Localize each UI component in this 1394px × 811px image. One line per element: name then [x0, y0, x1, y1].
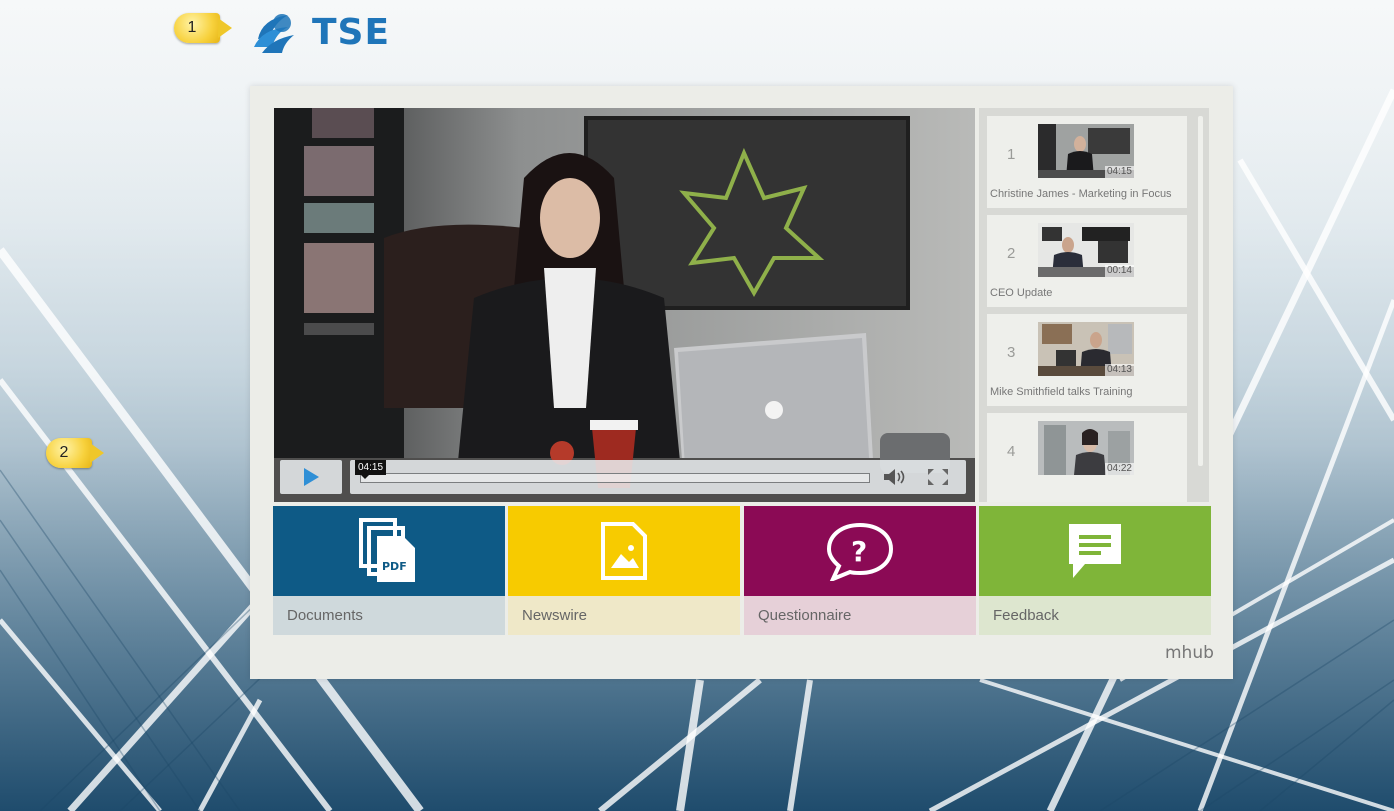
playlist-thumbnail: 04:15 — [1038, 124, 1134, 178]
pdf-document-icon: PDF — [359, 518, 415, 582]
tile-label: Newswire — [508, 596, 740, 635]
playlist-scrollbar[interactable] — [1198, 116, 1203, 466]
playlist-thumbnail: 00:14 — [1038, 223, 1134, 277]
video-playlist: 1 04:15 Christine James - Marketing in F… — [979, 108, 1209, 502]
tile-label: Feedback — [979, 596, 1211, 635]
playlist-duration: 04:15 — [1104, 166, 1134, 178]
play-icon — [304, 468, 319, 486]
playlist-item-title: CEO Update — [990, 287, 1053, 299]
tile-questionnaire[interactable]: ? Questionnaire — [744, 506, 976, 635]
tile-icon-area — [508, 506, 740, 596]
playlist-item-number: 2 — [1007, 245, 1016, 262]
video-player[interactable]: 04:15 — [274, 108, 975, 502]
logo-text: TSE — [312, 11, 391, 53]
playlist-item-title: Mike Smithfield talks Training — [990, 386, 1133, 398]
question-bubble-icon: ? — [826, 522, 894, 581]
tile-icon-area: PDF — [273, 506, 505, 596]
tile-label: Questionnaire — [744, 596, 976, 635]
tile-icon-area: ? — [744, 506, 976, 596]
tile-documents[interactable]: PDF Documents — [273, 506, 505, 635]
callout-2: 2 — [46, 438, 104, 468]
playlist-item[interactable]: 3 04:13 Mike Smithfield talks Training — [987, 314, 1187, 406]
playlist-item[interactable]: 2 00:14 CEO Update — [987, 215, 1187, 307]
volume-icon[interactable] — [882, 468, 908, 486]
progress-track[interactable]: 04:15 — [355, 460, 870, 483]
playlist-item[interactable]: 1 04:15 Christine James - Marketing in F… — [987, 116, 1187, 208]
tile-feedback[interactable]: Feedback — [979, 506, 1211, 635]
progress-bar-area: 04:15 — [350, 460, 966, 494]
callout-number: 1 — [174, 13, 232, 43]
tile-newswire[interactable]: Newswire — [508, 506, 740, 635]
tse-logo[interactable]: TSE — [248, 6, 390, 58]
play-button[interactable] — [280, 460, 342, 494]
fullscreen-icon[interactable] — [928, 469, 948, 485]
playlist-thumbnail: 04:22 — [1038, 421, 1134, 475]
image-document-icon — [601, 522, 647, 580]
callout-1: 1 — [174, 13, 232, 43]
playlist-item-number: 4 — [1007, 443, 1016, 460]
callout-number: 2 — [46, 438, 104, 468]
tile-label: Documents — [273, 596, 505, 635]
playlist-item-title: Christine James - Marketing in Focus — [990, 188, 1172, 200]
video-controls: 04:15 — [280, 458, 966, 494]
playlist-thumbnail: 04:13 — [1038, 322, 1134, 376]
playlist-item-number: 3 — [1007, 344, 1016, 361]
media-hub-card: 04:15 1 04:15 Christine James - Marketin… — [250, 86, 1233, 679]
playlist-duration: 00:14 — [1104, 265, 1134, 277]
current-time-tooltip: 04:15 — [355, 460, 387, 479]
svg-text:PDF: PDF — [382, 560, 407, 573]
playlist-duration: 04:13 — [1104, 364, 1134, 376]
chat-icon — [1069, 524, 1121, 578]
playlist-duration: 04:22 — [1104, 463, 1134, 475]
mhub-brand: mhub — [1165, 643, 1214, 663]
logo-mark-icon — [254, 14, 294, 53]
playlist-item[interactable]: 4 04:22 — [987, 413, 1187, 502]
svg-text:?: ? — [851, 535, 867, 568]
video-frame — [274, 108, 975, 502]
tile-icon-area — [979, 506, 1211, 596]
playlist-item-number: 1 — [1007, 146, 1016, 163]
